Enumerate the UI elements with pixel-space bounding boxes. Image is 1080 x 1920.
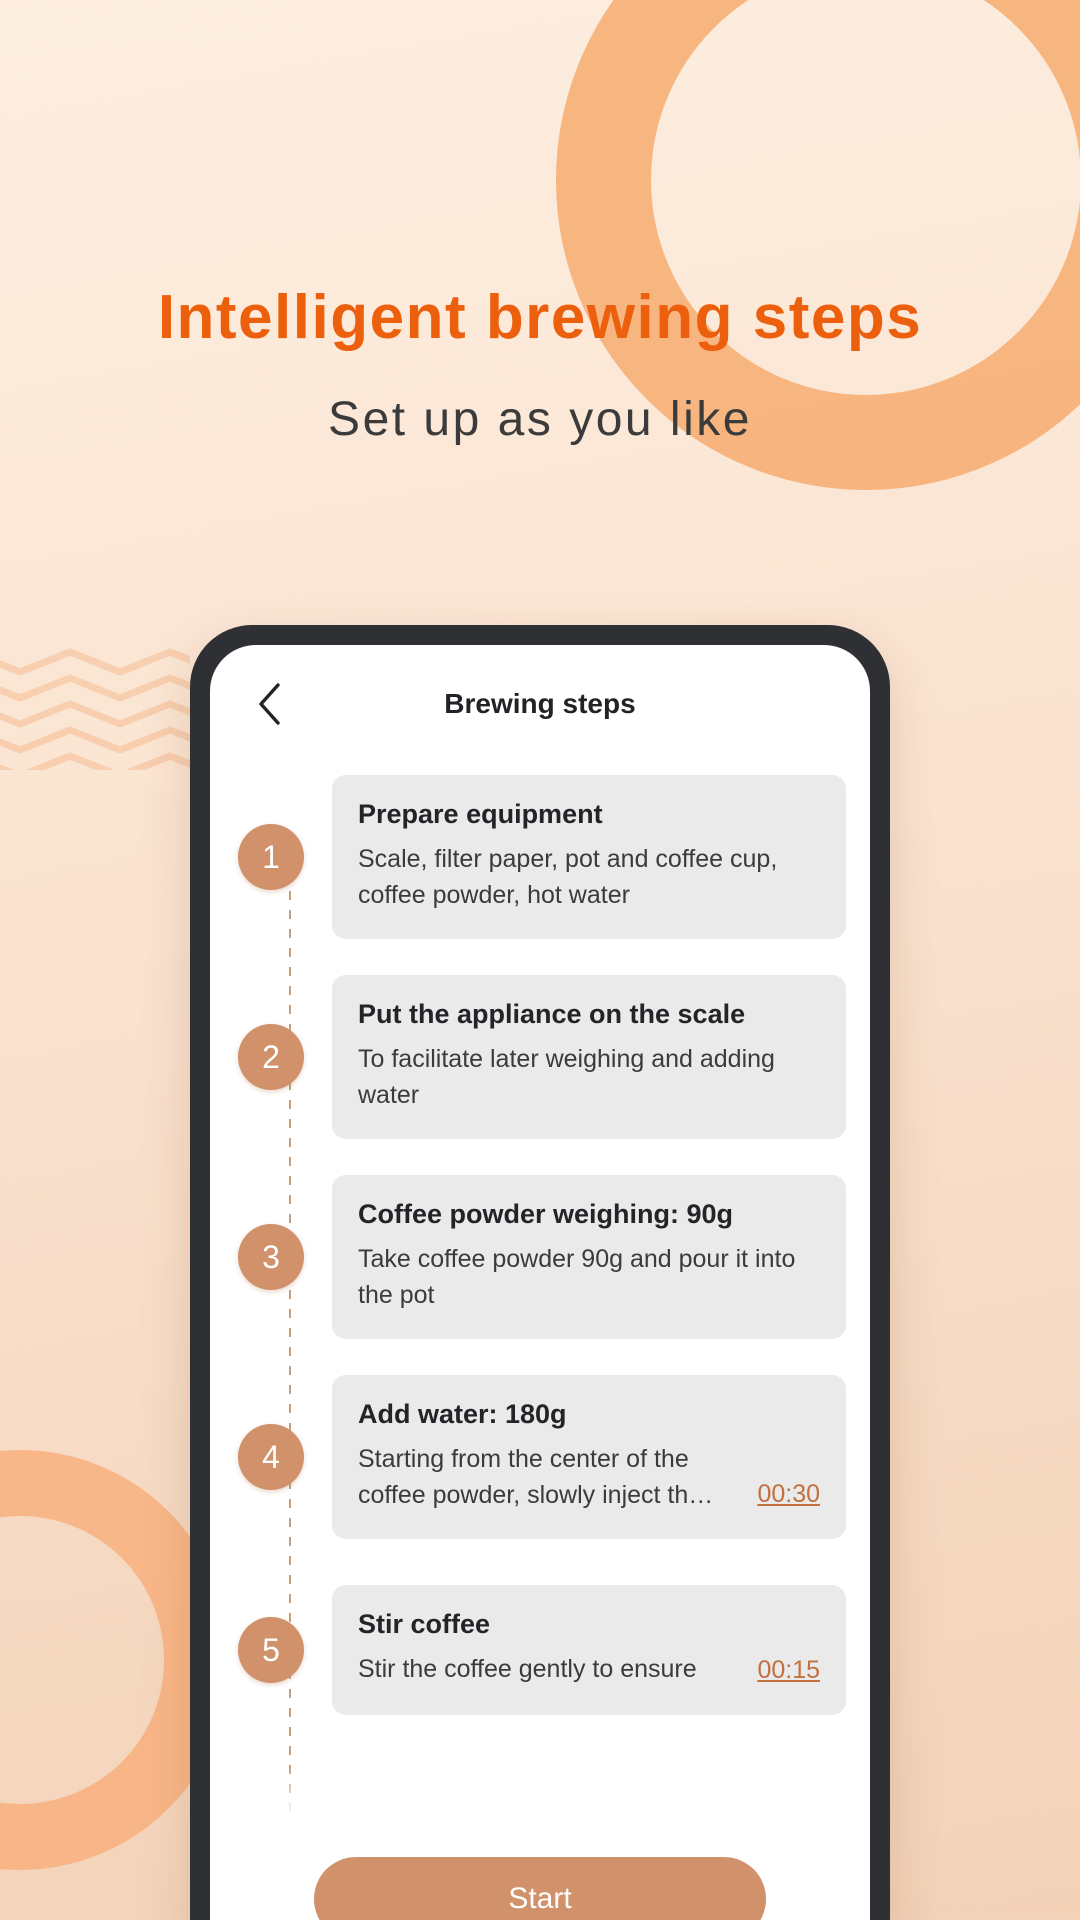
step-bullet-wrap: 4: [210, 1424, 332, 1491]
back-button[interactable]: [244, 679, 294, 729]
step-number-badge: 3: [238, 1224, 304, 1291]
step-description: Take coffee powder 90g and pour it into …: [358, 1245, 796, 1309]
chevron-left-icon: [259, 683, 280, 725]
step-card[interactable]: Stir coffee Stir the coffee gently to en…: [332, 1585, 846, 1716]
step-bullet-wrap: 2: [210, 1024, 332, 1091]
step-bullet-wrap: 5: [210, 1617, 332, 1684]
phone-screen: Brewing steps 1 Prepare equipment Scale,…: [210, 645, 870, 1920]
start-button[interactable]: Start: [314, 1857, 766, 1920]
step-card[interactable]: Add water: 180g Starting from the center…: [332, 1375, 846, 1540]
decorative-waves: [0, 648, 190, 770]
step-title: Put the appliance on the scale: [358, 999, 746, 1030]
step-bullet-wrap: 1: [210, 824, 332, 891]
step-item[interactable]: 5 Stir coffee Stir the coffee gently to …: [210, 1575, 870, 1725]
phone-mockup: Brewing steps 1 Prepare equipment Scale,…: [190, 625, 890, 1920]
promo-headline: Intelligent brewing steps: [157, 283, 923, 352]
step-item[interactable]: 1 Prepare equipment Scale, filter paper,…: [210, 775, 870, 940]
step-timer[interactable]: 00:30: [757, 1480, 820, 1513]
promo-subheadline: Set up as you like: [328, 393, 752, 446]
page-title: Brewing steps: [444, 688, 636, 719]
step-number-badge: 1: [238, 824, 304, 891]
step-item[interactable]: 2 Put the appliance on the scale To faci…: [210, 975, 870, 1140]
footer-bar: Start: [210, 1831, 870, 1920]
step-number-badge: 4: [238, 1424, 304, 1491]
step-item[interactable]: 4 Add water: 180g Starting from the cent…: [210, 1375, 870, 1540]
step-card-body: Prepare equipment Scale, filter paper, p…: [358, 799, 820, 913]
step-card-body: Add water: 180g Starting from the center…: [358, 1399, 743, 1513]
brewing-steps-list[interactable]: 1 Prepare equipment Scale, filter paper,…: [210, 763, 870, 1920]
step-title: Add water: 180g: [358, 1399, 567, 1430]
app-bar: Brewing steps: [210, 645, 870, 763]
step-item[interactable]: 3 Coffee powder weighing: 90g Take coffe…: [210, 1175, 870, 1340]
step-description: Stir the coffee gently to ensure: [358, 1655, 697, 1684]
step-title: Prepare equipment: [358, 799, 603, 829]
step-card[interactable]: Put the appliance on the scale To facili…: [332, 975, 846, 1140]
step-card-body: Coffee powder weighing: 90g Take coffee …: [358, 1199, 820, 1313]
step-description: To facilitate later weighing and adding …: [358, 1045, 775, 1109]
step-card-body: Stir coffee Stir the coffee gently to en…: [358, 1609, 743, 1688]
step-description: Starting from the center of the coffee p…: [358, 1445, 714, 1509]
step-number-badge: 5: [238, 1617, 304, 1684]
step-card[interactable]: Coffee powder weighing: 90g Take coffee …: [332, 1175, 846, 1340]
step-title: Stir coffee: [358, 1609, 491, 1640]
step-number-badge: 2: [238, 1024, 304, 1091]
step-bullet-wrap: 3: [210, 1224, 332, 1291]
step-description: Scale, filter paper, pot and coffee cup,…: [358, 845, 778, 909]
step-card-body: Put the appliance on the scale To facili…: [358, 999, 820, 1113]
step-title: Coffee powder weighing: 90g: [358, 1199, 734, 1230]
step-timer[interactable]: 00:15: [757, 1656, 820, 1689]
step-card[interactable]: Prepare equipment Scale, filter paper, p…: [332, 775, 846, 940]
